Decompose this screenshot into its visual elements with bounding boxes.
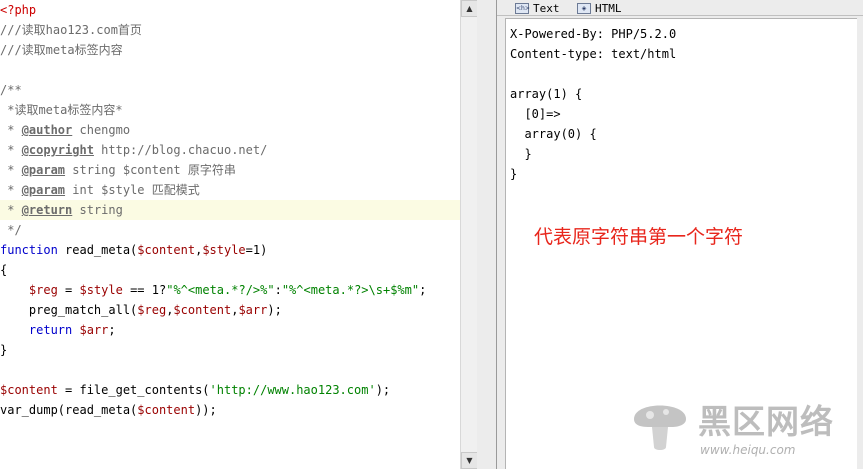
tab-text[interactable]: <h> Text [515,0,560,16]
code-line[interactable]: */ [0,220,460,240]
code-token-cmt: * [0,163,22,177]
code-token-var: $style [202,243,246,257]
code-line[interactable]: * @param string $content 原字符串 [0,160,460,180]
code-line[interactable]: * @author chengmo [0,120,460,140]
code-line[interactable]: function read_meta($content,$style=1) [0,240,460,260]
code-token-doc: @param [21,183,66,197]
code-token-cmt: int $style 匹配模式 [65,183,200,197]
mushroom-logo-icon [634,405,686,450]
code-line[interactable]: *读取meta标签内容* [0,100,460,120]
code-token-cmt: http://blog.chacuo.net/ [93,143,268,157]
tab-text-label: Text [533,1,560,15]
annotation-text: 代表原字符串第一个字符 [534,226,744,248]
code-token-plain: =1) [245,243,268,257]
tab-html[interactable]: ◈ HTML [577,0,622,16]
code-token-plain: { [0,263,8,277]
code-line[interactable]: * @return string [0,200,460,220]
output-line: X-Powered-By: PHP/5.2.0 [510,27,677,41]
code-line[interactable]: $reg = $style == 1?"%^<meta.*?/>%":"%^<m… [0,280,460,300]
code-token-var: $reg [137,303,167,317]
code-token-plain: == 1? [122,283,167,297]
code-token-cmt: */ [0,223,22,237]
code-token-doc: @return [21,203,73,217]
code-token-cmt: *读取meta标签内容* [0,103,123,117]
tab-html-label: HTML [595,1,622,15]
code-token-cmt: ///读取hao123.com首页 [0,23,142,37]
code-token-cmt: * [0,123,22,137]
code-line[interactable]: * @param int $style 匹配模式 [0,180,460,200]
output-line: array(1) { [510,87,583,101]
code-line[interactable]: $content = file_get_contents('http://www… [0,380,460,400]
code-token-var: $content [137,243,196,257]
code-token-cmt: string $content 原字符串 [65,163,236,177]
code-token-plain: preg_match_all( [0,303,138,317]
code-token-plain: ); [267,303,282,317]
text-view-icon: <h> [515,2,530,14]
code-editor[interactable]: <?php ///读取hao123.com首页 ///读取meta标签内容 /** *… [0,0,460,469]
code-token-var: $content [173,303,232,317]
code-token-doc: @copyright [21,143,94,157]
code-line[interactable]: { [0,260,460,280]
code-line[interactable]: preg_match_all($reg,$content,$arr); [0,300,460,320]
code-line[interactable]: ///读取hao123.com首页 [0,20,460,40]
code-token-var: $style [79,283,123,297]
code-token-var: $arr [238,303,268,317]
code-token-cmt: * [0,203,22,217]
code-token-cmt: string [72,203,123,217]
code-line[interactable]: * @copyright http://blog.chacuo.net/ [0,140,460,160]
code-token-var: $content [0,383,58,397]
code-token-str: 'http://www.hao123.com' [209,383,376,397]
code-line[interactable]: ///读取meta标签内容 [0,40,460,60]
code-line[interactable]: } [0,340,460,360]
editor-vertical-scrollbar[interactable]: ▲ ▼ [460,0,478,469]
output-line: [0]=> [510,107,561,121]
code-token-plain: = file_get_contents( [57,383,210,397]
code-token-plain: ; [108,323,116,337]
code-token-var: $reg [28,283,58,297]
code-token-kw: function [0,243,58,257]
scroll-up-arrow-icon[interactable]: ▲ [461,0,478,17]
watermark: 黑区网络 www.heiqu.com [628,385,858,469]
code-token-str: "%^<meta.*?>\s+$%m" [281,283,420,297]
html-view-icon: ◈ [577,2,591,14]
code-line[interactable]: <?php [0,0,460,20]
code-token-var: $arr [79,323,109,337]
code-token-plain: = [57,283,80,297]
code-token-doc: @author [21,123,73,137]
output-line: } [510,147,532,161]
scroll-down-arrow-icon[interactable]: ▼ [461,452,478,469]
code-token-cmt: * [0,143,22,157]
code-line[interactable]: var_dump(read_meta($content)); [0,400,460,420]
output-line: Content-type: text/html [510,47,677,61]
code-token-plain: ; [419,283,427,297]
code-token-cmt: * [0,183,22,197]
code-line[interactable]: /** [0,80,460,100]
code-token-doc: @param [21,163,66,177]
code-line[interactable] [0,360,460,380]
output-line: array(0) { [510,127,597,141]
watermark-url: www.heiqu.com [700,443,796,457]
output-tab-bar: <h> Text ◈ HTML [497,0,863,16]
code-token-cmt: ///读取meta标签内容 [0,43,123,57]
output-line: } [510,167,518,181]
code-token-var: $content [137,403,196,417]
code-token-plain: read_meta( [57,243,138,257]
code-token-str: "%^<meta.*?/>%" [166,283,275,297]
code-token-php: <?php [0,3,37,17]
watermark-title: 黑区网络 [698,402,834,441]
code-token-cmt: chengmo [72,123,131,137]
code-token-plain: ); [375,383,391,397]
code-token-kw: return [28,323,73,337]
code-line[interactable]: return $arr; [0,320,460,340]
code-line[interactable] [0,60,460,80]
pane-splitter[interactable] [477,0,497,469]
code-token-plain: } [0,343,8,357]
code-token-plain: var_dump(read_meta( [0,403,138,417]
code-token-cmt: /** [0,83,22,97]
code-token-plain: : [274,283,282,297]
code-token-plain: )); [195,403,217,417]
